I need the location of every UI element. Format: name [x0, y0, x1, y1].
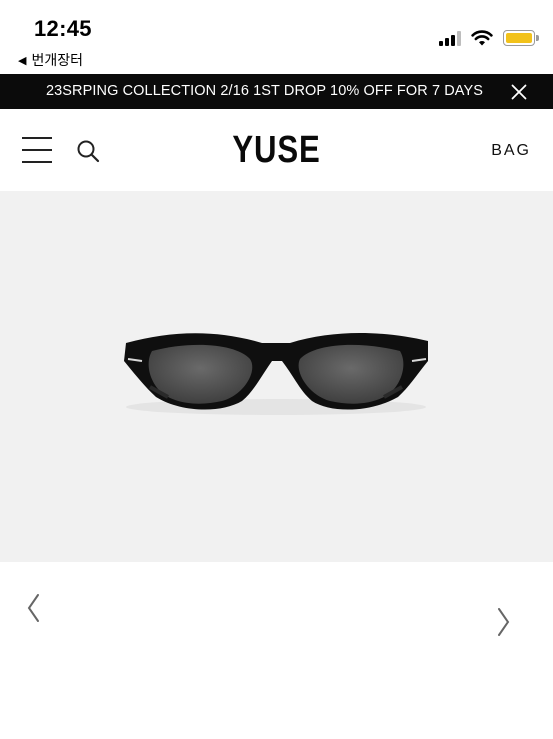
- close-icon[interactable]: [511, 84, 527, 100]
- product-image: [0, 191, 553, 562]
- chevron-left-icon[interactable]: [24, 592, 44, 624]
- promo-text: 23SRPING COLLECTION 2/16 1ST DROP 10% OF…: [45, 83, 484, 99]
- brand-logo[interactable]: YUSE: [50, 129, 503, 172]
- site-header: YUSE BAG: [0, 109, 553, 191]
- wifi-icon: [471, 30, 493, 46]
- hamburger-menu-icon[interactable]: [22, 137, 52, 163]
- back-app-label: 번개장터: [31, 52, 83, 68]
- battery-level: [506, 33, 532, 43]
- bag-link[interactable]: BAG: [491, 142, 531, 160]
- back-to-app-link[interactable]: ◀ 번개장터: [18, 50, 83, 70]
- chevron-right-icon[interactable]: [493, 606, 513, 638]
- status-time: 12:45: [34, 16, 92, 41]
- cellular-signal-icon: [439, 30, 463, 46]
- back-triangle-icon: ◀: [18, 54, 27, 67]
- status-icons: [439, 30, 539, 46]
- status-bar: 12:45 ◀ 번개장터: [0, 0, 553, 74]
- battery-icon: [503, 30, 539, 46]
- promo-banner: 23SRPING COLLECTION 2/16 1ST DROP 10% OF…: [0, 74, 553, 109]
- sunglasses-image: [124, 333, 428, 415]
- page: 12:45 ◀ 번개장터 23SRPING COLLECTION 2/16 1S…: [0, 0, 553, 739]
